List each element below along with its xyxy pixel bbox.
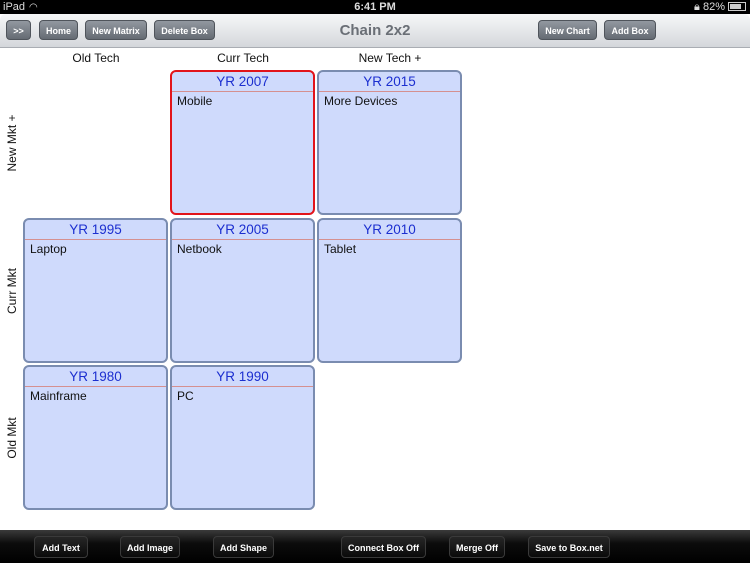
new-matrix-button[interactable]: New Matrix	[85, 20, 147, 40]
bottom-toolbar: Add Text Add Image Add Shape Connect Box…	[0, 530, 750, 563]
nav-bar: Chain 2x2 >> Home New Matrix Delete Box …	[0, 14, 750, 48]
box-text[interactable]: Netbook	[172, 240, 313, 258]
connect-box-toggle[interactable]: Connect Box Off	[341, 536, 426, 558]
box-text[interactable]: Mainframe	[25, 387, 166, 405]
battery-percent: 82%	[702, 1, 725, 13]
status-bar: iPad ◠ 6:41 PM 🔒︎ 82%	[0, 0, 750, 14]
matrix-box-selected[interactable]: YR 2007 Mobile	[170, 70, 315, 215]
row-header-curr-mkt: Curr Mkt	[5, 267, 19, 314]
rotation-lock-icon: 🔒︎	[694, 1, 700, 13]
box-year: YR 1995	[25, 220, 166, 240]
matrix-box[interactable]: YR 2010 Tablet	[317, 218, 462, 363]
row-header-old-mkt: Old Mkt	[5, 416, 19, 459]
matrix-box[interactable]: YR 2015 More Devices	[317, 70, 462, 215]
matrix-box[interactable]: YR 1990 PC	[170, 365, 315, 510]
box-year: YR 2005	[172, 220, 313, 240]
add-image-button[interactable]: Add Image	[120, 536, 180, 558]
box-text[interactable]: Tablet	[319, 240, 460, 258]
box-text[interactable]: More Devices	[319, 92, 460, 110]
home-button[interactable]: Home	[39, 20, 78, 40]
delete-box-button[interactable]: Delete Box	[154, 20, 215, 40]
box-year: YR 1990	[172, 367, 313, 387]
clock: 6:41 PM	[354, 1, 396, 13]
matrix-box[interactable]: YR 2005 Netbook	[170, 218, 315, 363]
row-header-new-mkt: New Mkt +	[5, 113, 19, 172]
box-year: YR 2010	[319, 220, 460, 240]
add-shape-button[interactable]: Add Shape	[213, 536, 274, 558]
add-text-button[interactable]: Add Text	[34, 536, 88, 558]
save-to-boxnet-button[interactable]: Save to Box.net	[528, 536, 610, 558]
merge-toggle[interactable]: Merge Off	[449, 536, 505, 558]
box-year: YR 1980	[25, 367, 166, 387]
column-header-new-tech: New Tech +	[358, 51, 422, 65]
menu-expand-button[interactable]: >>	[6, 20, 31, 40]
column-header-old-tech: Old Tech	[72, 51, 120, 65]
box-year: YR 2007	[172, 72, 313, 92]
matrix-box[interactable]: YR 1980 Mainframe	[23, 365, 168, 510]
box-text[interactable]: Laptop	[25, 240, 166, 258]
battery-icon	[728, 2, 746, 11]
box-text[interactable]: Mobile	[172, 92, 313, 110]
matrix-box[interactable]: YR 1995 Laptop	[23, 218, 168, 363]
box-text[interactable]: PC	[172, 387, 313, 405]
column-header-curr-tech: Curr Tech	[217, 51, 269, 65]
add-box-button[interactable]: Add Box	[604, 20, 656, 40]
new-chart-button[interactable]: New Chart	[538, 20, 597, 40]
box-year: YR 2015	[319, 72, 460, 92]
